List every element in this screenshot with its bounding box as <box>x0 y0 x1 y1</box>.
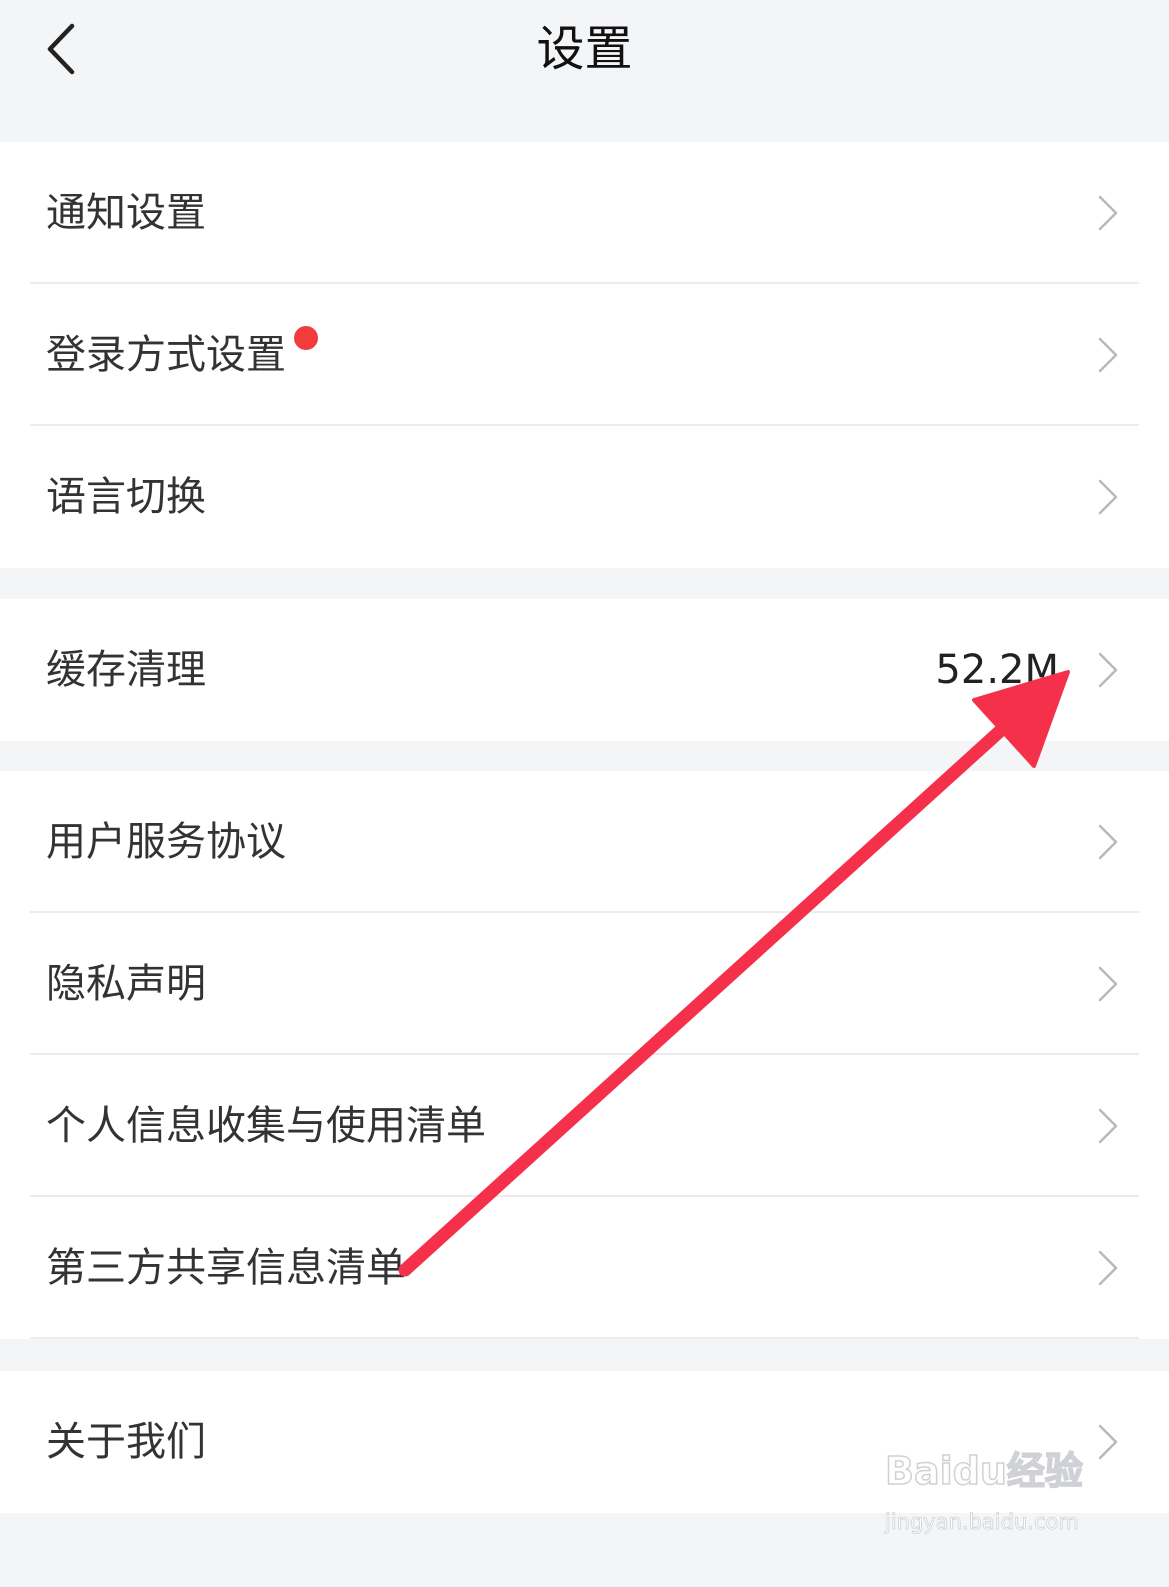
user-agreement-item[interactable]: 用户服务协议 <box>0 771 1169 913</box>
settings-group-legal: 用户服务协议 隐私声明 个人信息收集与使用清单 第三方共享信息清单 <box>0 771 1169 1339</box>
chevron-right-icon <box>1098 337 1118 373</box>
item-label: 第三方共享信息清单 <box>46 1245 406 1291</box>
chevron-right-icon <box>1098 195 1118 231</box>
cache-size-value: 52.2M <box>935 647 1059 693</box>
chevron-right-icon <box>1098 824 1118 860</box>
settings-group-cache: 缓存清理 52.2M <box>0 599 1169 741</box>
personal-info-list-item[interactable]: 个人信息收集与使用清单 <box>0 1055 1169 1197</box>
red-dot-badge <box>294 326 318 350</box>
watermark-url: jingyan.baidu.com <box>885 1510 1080 1535</box>
item-label: 隐私声明 <box>46 961 206 1007</box>
chevron-right-icon <box>1098 479 1118 515</box>
clear-cache-item[interactable]: 缓存清理 52.2M <box>0 599 1169 741</box>
settings-group-general: 通知设置 登录方式设置 语言切换 <box>0 142 1169 568</box>
page-title: 设置 <box>536 21 633 77</box>
item-label: 用户服务协议 <box>46 819 286 865</box>
language-switch-item[interactable]: 语言切换 <box>0 426 1169 568</box>
divider <box>30 1337 1139 1339</box>
nav-bar: 设置 <box>0 0 1169 142</box>
watermark-logo: Baidu经验 <box>884 1448 1083 1494</box>
chevron-right-icon <box>1098 966 1118 1002</box>
item-label: 个人信息收集与使用清单 <box>46 1103 486 1149</box>
chevron-right-icon <box>1098 652 1118 688</box>
item-label: 登录方式设置 <box>46 332 286 378</box>
chevron-right-icon <box>1098 1108 1118 1144</box>
baidu-jingyan-watermark: Baidu经验 jingyan.baidu.com <box>884 1440 1100 1550</box>
chevron-right-icon <box>1098 1250 1118 1286</box>
item-label: 缓存清理 <box>46 647 206 693</box>
notification-settings-item[interactable]: 通知设置 <box>0 142 1169 284</box>
login-method-settings-item[interactable]: 登录方式设置 <box>0 284 1169 426</box>
third-party-sharing-list-item[interactable]: 第三方共享信息清单 <box>0 1197 1169 1339</box>
item-label: 关于我们 <box>46 1419 206 1465</box>
item-label: 语言切换 <box>46 474 206 520</box>
privacy-statement-item[interactable]: 隐私声明 <box>0 913 1169 1055</box>
chevron-right-icon <box>1098 1424 1118 1460</box>
item-label: 通知设置 <box>46 190 206 236</box>
